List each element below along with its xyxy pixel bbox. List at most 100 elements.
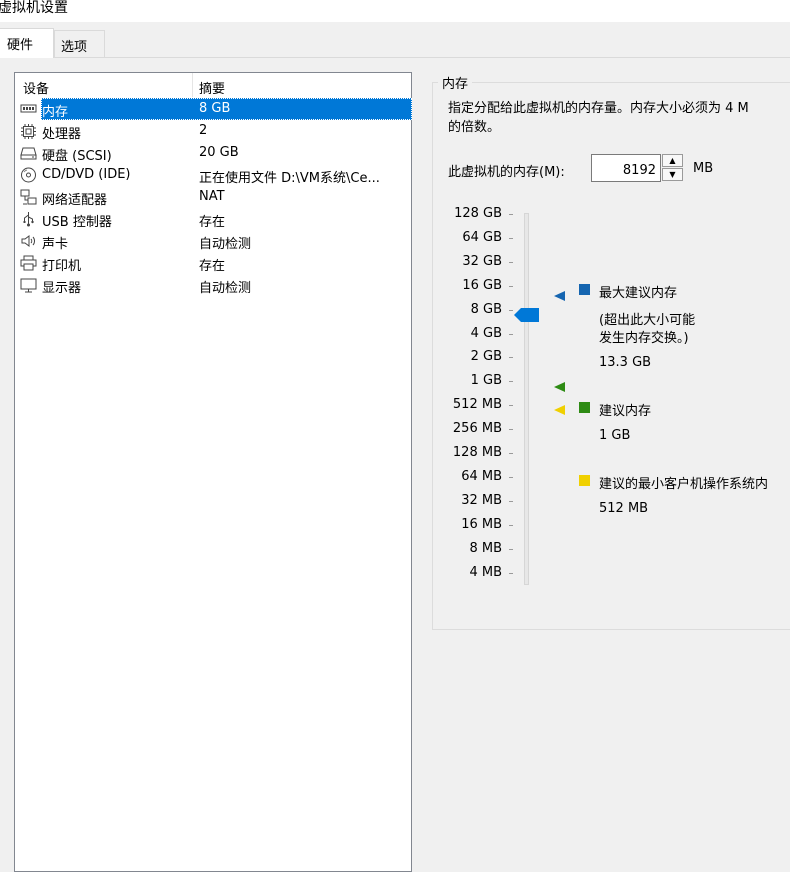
recommended-title: 建议内存	[599, 404, 652, 419]
memory-unit-label: MB	[693, 161, 714, 176]
device-summary: 自动检测	[199, 237, 252, 252]
device-name: 网络适配器	[42, 193, 108, 208]
scale-tick	[509, 524, 513, 526]
recommended-swatch	[579, 402, 590, 413]
device-list-header: 设备 摘要	[15, 73, 412, 97]
scale-tick	[509, 333, 513, 335]
device-row-sound-card[interactable]: 声卡 自动检测	[15, 230, 412, 252]
processor-icon	[21, 124, 36, 139]
min-guest-marker-icon	[554, 405, 565, 415]
scale-tick	[509, 381, 513, 383]
device-row-memory[interactable]: 内存 8 GB	[15, 98, 412, 120]
window-title-bar: 虚拟机设置	[0, 0, 790, 22]
memory-spinner[interactable]: ▲ ▼	[662, 154, 685, 182]
memory-description: 指定分配给此虚拟机的内存量。内存大小必须为 4 M 的倍数。	[448, 99, 790, 137]
cd-dvd-icon	[21, 167, 36, 183]
column-divider[interactable]	[192, 73, 193, 97]
tab-divider	[0, 57, 790, 58]
device-row-cd-dvd[interactable]: CD/DVD (IDE) 正在使用文件 D:\VM系统\Ce...	[15, 164, 412, 186]
scale-label: 128 GB	[454, 206, 502, 221]
scale-label: 64 GB	[462, 229, 502, 245]
max-recommended-swatch	[579, 284, 590, 295]
display-icon	[20, 278, 37, 293]
device-row-usb-controller[interactable]: USB 控制器 存在	[15, 208, 412, 230]
device-summary: 2	[199, 123, 208, 138]
scale-label: 16 GB	[462, 277, 502, 293]
device-name: 硬盘 (SCSI)	[42, 149, 112, 164]
spin-up-button[interactable]: ▲	[662, 154, 683, 167]
scale-tick	[509, 261, 513, 263]
device-row-processor[interactable]: 处理器 2	[15, 120, 412, 142]
scale-tick	[509, 453, 513, 454]
device-row-printer[interactable]: 打印机 存在	[15, 252, 412, 274]
scale-label: 32 GB	[462, 253, 502, 269]
device-name: 内存	[42, 105, 69, 120]
memory-slider-track[interactable]	[524, 213, 529, 585]
scale-tick	[509, 237, 513, 239]
scale-tick	[509, 285, 513, 287]
device-list[interactable]: 设备 摘要 内存 8 GB 处理器 2 硬盘 (SCSI) 20 GB CD/D…	[14, 72, 412, 872]
scale-label: 2 GB	[470, 349, 502, 365]
device-summary: 存在	[199, 259, 226, 274]
tab-bar	[0, 22, 790, 58]
memory-description-line-1: 指定分配给此虚拟机的内存量。内存大小必须为 4 M	[448, 101, 749, 116]
min-guest-value: 512 MB	[599, 501, 649, 516]
window-title: 虚拟机设置	[0, 0, 68, 16]
device-name: 显示器	[42, 281, 82, 296]
device-summary: 自动检测	[199, 281, 252, 296]
device-name: CD/DVD (IDE)	[42, 167, 131, 182]
network-adapter-icon	[20, 189, 37, 205]
scale-tick	[509, 548, 513, 550]
scale-label: 4 GB	[470, 325, 502, 341]
recommended-marker-icon	[554, 382, 565, 392]
usb-icon	[23, 212, 34, 227]
scale-tick	[509, 357, 513, 359]
max-recommended-title: 最大建议内存	[599, 286, 678, 301]
max-recommended-marker-icon	[554, 291, 565, 301]
scale-tick	[509, 429, 513, 431]
device-row-hard-disk[interactable]: 硬盘 (SCSI) 20 GB	[15, 142, 412, 164]
min-guest-title: 建议的最小客户机操作系统内	[599, 477, 769, 492]
max-recommended-note-1: (超出此大小可能	[599, 313, 696, 328]
column-header-summary[interactable]: 摘要	[199, 78, 225, 97]
scale-label: 256 MB	[452, 421, 502, 437]
scale-label: 1 GB	[470, 373, 502, 389]
device-row-display[interactable]: 显示器 自动检测	[15, 274, 412, 296]
scale-tick	[509, 405, 513, 407]
max-recommended-value: 13.3 GB	[599, 355, 652, 370]
device-name: 打印机	[42, 259, 82, 274]
device-summary: 8 GB	[199, 101, 231, 116]
device-summary: 20 GB	[199, 145, 239, 160]
spin-down-button[interactable]: ▼	[662, 168, 683, 181]
max-recommended-note-2: 发生内存交换。)	[599, 331, 689, 346]
device-row-network-adapter[interactable]: 网络适配器 NAT	[15, 186, 412, 208]
memory-input[interactable]	[591, 154, 661, 182]
recommended-value: 1 GB	[599, 428, 631, 443]
scale-label: 64 MB	[461, 468, 502, 484]
scale-label: 512 MB	[452, 397, 502, 413]
device-name: USB 控制器	[42, 215, 112, 230]
scale-tick	[509, 572, 513, 574]
device-name: 处理器	[42, 127, 82, 142]
device-summary: 正在使用文件 D:\VM系统\Ce...	[199, 171, 380, 186]
memory-description-line-2: 的倍数。	[448, 120, 501, 135]
device-name: 声卡	[42, 237, 69, 252]
tab-options[interactable]: 选项	[54, 30, 105, 57]
scale-label: 4 MB	[469, 564, 502, 580]
scale-label: 8 MB	[469, 540, 502, 556]
column-header-device[interactable]: 设备	[23, 78, 49, 97]
scale-label: 16 MB	[461, 516, 502, 532]
scale-tick	[509, 476, 513, 478]
speaker-icon	[21, 235, 35, 247]
memory-slider-thumb[interactable]	[514, 308, 539, 322]
hard-disk-icon	[20, 147, 37, 160]
memory-group-title: 内存	[438, 73, 473, 92]
tab-hardware[interactable]: 硬件	[0, 28, 54, 58]
min-guest-swatch	[579, 475, 590, 486]
scale-label: 32 MB	[461, 492, 502, 508]
scale-tick	[509, 500, 513, 502]
memory-field-label: 此虚拟机的内存(M):	[448, 165, 565, 180]
memory-icon	[20, 104, 37, 113]
printer-icon	[20, 255, 37, 271]
scale-label: 8 GB	[470, 301, 502, 317]
